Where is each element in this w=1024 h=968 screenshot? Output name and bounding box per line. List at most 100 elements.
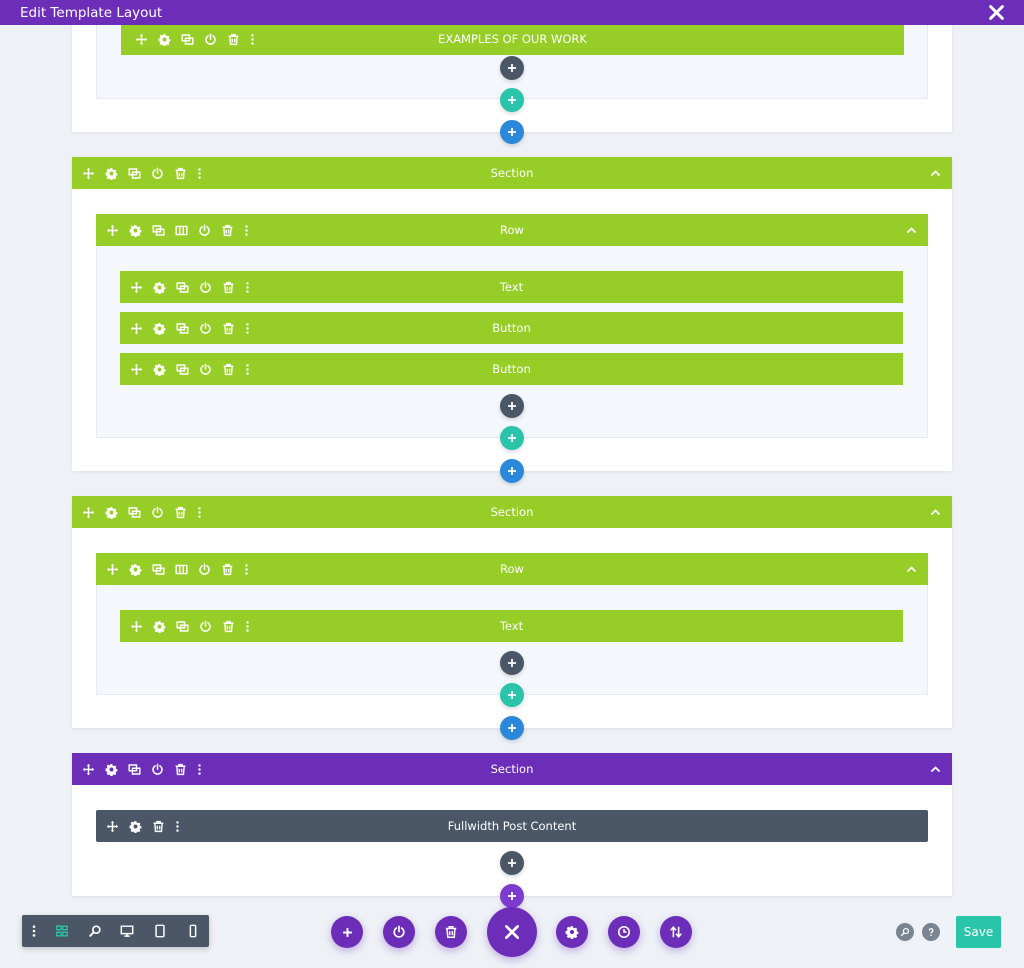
- power-icon[interactable]: [146, 162, 169, 185]
- add-row-button[interactable]: [500, 426, 524, 450]
- dots-menu-icon[interactable]: [239, 558, 253, 581]
- collapse-chevron-icon[interactable]: [905, 563, 918, 576]
- dots-menu-icon[interactable]: [240, 615, 254, 638]
- duplicate-icon[interactable]: [147, 558, 170, 581]
- module-text[interactable]: Text: [120, 610, 903, 642]
- module-examples-of-our-work[interactable]: EXAMPLES OF OUR WORK: [121, 25, 904, 55]
- power-icon[interactable]: [146, 758, 169, 781]
- trash-icon[interactable]: [435, 916, 467, 948]
- add-section-button[interactable]: [500, 716, 524, 740]
- trash-icon[interactable]: [216, 558, 239, 581]
- trash-icon[interactable]: [222, 28, 245, 51]
- trash-icon[interactable]: [216, 219, 239, 242]
- add-module-button[interactable]: [500, 651, 524, 675]
- settings-icon[interactable]: [100, 501, 123, 524]
- collapse-chevron-icon[interactable]: [929, 506, 942, 519]
- desktop-view-icon[interactable]: [111, 915, 144, 947]
- section-3-header[interactable]: Section: [72, 753, 952, 785]
- trash-icon[interactable]: [169, 758, 192, 781]
- add-row-button[interactable]: [500, 683, 524, 707]
- wireframe-view-icon[interactable]: [46, 915, 79, 947]
- add-row-button[interactable]: [500, 88, 524, 112]
- collapse-chevron-icon[interactable]: [929, 167, 942, 180]
- power-icon[interactable]: [194, 615, 217, 638]
- module-button[interactable]: Button: [120, 353, 903, 385]
- add-module-button[interactable]: [500, 56, 524, 80]
- settings-icon[interactable]: [124, 558, 147, 581]
- save-button[interactable]: Save: [956, 916, 1001, 948]
- add-section-button[interactable]: [500, 459, 524, 483]
- add-section-button[interactable]: [500, 120, 524, 144]
- duplicate-icon[interactable]: [171, 615, 194, 638]
- power-icon[interactable]: [193, 219, 216, 242]
- power-icon[interactable]: [194, 358, 217, 381]
- duplicate-icon[interactable]: [123, 758, 146, 781]
- row-2-header[interactable]: Row: [96, 553, 928, 585]
- trash-icon[interactable]: [217, 358, 240, 381]
- power-icon[interactable]: [193, 558, 216, 581]
- settings-icon[interactable]: [556, 916, 588, 948]
- module-text[interactable]: Text: [120, 271, 903, 303]
- move-icon[interactable]: [77, 162, 100, 185]
- dots-menu-icon[interactable]: [239, 219, 253, 242]
- help-icon[interactable]: [922, 923, 940, 941]
- dots-menu-icon[interactable]: [192, 501, 206, 524]
- power-icon[interactable]: [194, 276, 217, 299]
- dots-menu-icon[interactable]: [192, 162, 206, 185]
- move-icon[interactable]: [77, 501, 100, 524]
- settings-icon[interactable]: [148, 317, 171, 340]
- collapse-chevron-icon[interactable]: [905, 224, 918, 237]
- settings-icon[interactable]: [148, 276, 171, 299]
- settings-icon[interactable]: [100, 162, 123, 185]
- move-icon[interactable]: [77, 758, 100, 781]
- columns-icon[interactable]: [170, 219, 193, 242]
- dots-menu-icon[interactable]: [22, 915, 46, 947]
- move-icon[interactable]: [125, 358, 148, 381]
- add-module-button[interactable]: [500, 394, 524, 418]
- settings-icon[interactable]: [153, 28, 176, 51]
- trash-icon[interactable]: [217, 615, 240, 638]
- trash-icon[interactable]: [169, 501, 192, 524]
- trash-icon[interactable]: [169, 162, 192, 185]
- trash-icon[interactable]: [147, 815, 170, 838]
- search-icon[interactable]: [896, 923, 914, 941]
- settings-icon[interactable]: [148, 615, 171, 638]
- settings-icon[interactable]: [148, 358, 171, 381]
- module-button[interactable]: Button: [120, 312, 903, 344]
- columns-icon[interactable]: [170, 558, 193, 581]
- duplicate-icon[interactable]: [171, 276, 194, 299]
- section-2-header[interactable]: Section: [72, 496, 952, 528]
- power-icon[interactable]: [194, 317, 217, 340]
- power-icon[interactable]: [199, 28, 222, 51]
- trash-icon[interactable]: [217, 317, 240, 340]
- close-builder-button[interactable]: [487, 907, 537, 957]
- zoom-icon[interactable]: [78, 915, 111, 947]
- close-icon[interactable]: [987, 3, 1006, 22]
- duplicate-icon[interactable]: [123, 162, 146, 185]
- collapse-chevron-icon[interactable]: [929, 763, 942, 776]
- dots-menu-icon[interactable]: [240, 358, 254, 381]
- power-icon[interactable]: [383, 916, 415, 948]
- duplicate-icon[interactable]: [171, 358, 194, 381]
- history-icon[interactable]: [608, 916, 640, 948]
- move-icon[interactable]: [130, 28, 153, 51]
- trash-icon[interactable]: [217, 276, 240, 299]
- section-1-header[interactable]: Section: [72, 157, 952, 189]
- add-fullwidth-module-button[interactable]: [500, 884, 524, 908]
- dots-menu-icon[interactable]: [240, 276, 254, 299]
- module-fullwidth-post-content[interactable]: Fullwidth Post Content: [96, 810, 928, 842]
- dots-menu-icon[interactable]: [170, 815, 184, 838]
- move-icon[interactable]: [101, 558, 124, 581]
- sort-icon[interactable]: [660, 916, 692, 948]
- settings-icon[interactable]: [124, 815, 147, 838]
- move-icon[interactable]: [125, 317, 148, 340]
- add-button[interactable]: [331, 916, 363, 948]
- duplicate-icon[interactable]: [176, 28, 199, 51]
- dots-menu-icon[interactable]: [192, 758, 206, 781]
- move-icon[interactable]: [101, 219, 124, 242]
- move-icon[interactable]: [125, 615, 148, 638]
- dots-menu-icon[interactable]: [240, 317, 254, 340]
- move-icon[interactable]: [101, 815, 124, 838]
- power-icon[interactable]: [146, 501, 169, 524]
- settings-icon[interactable]: [124, 219, 147, 242]
